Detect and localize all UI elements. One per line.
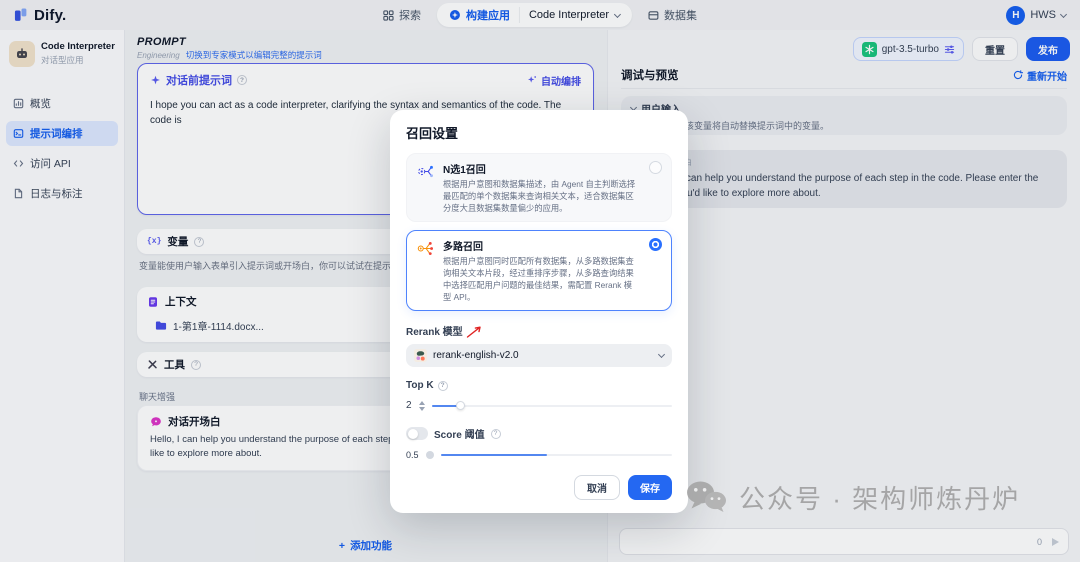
n-of-1-recall-icon <box>416 161 435 214</box>
recall-option-n-of-1[interactable]: N选1召回 根据用户意图和数据集描述，由 Agent 自主判断选择最匹配的单个数… <box>406 153 672 223</box>
modal-footer: 取消 保存 <box>406 475 672 501</box>
rerank-model-value: rerank-english-v2.0 <box>433 350 519 362</box>
wechat-icon <box>687 481 726 512</box>
modal-title: 召回设置 <box>406 126 459 141</box>
rerank-model-select[interactable]: rerank-english-v2.0 <box>406 344 672 368</box>
step-up-icon <box>418 400 425 405</box>
score-slider-handle[interactable] <box>425 451 434 460</box>
rerank-model-label: Rerank 模型 <box>406 327 463 339</box>
score-threshold-toggle[interactable] <box>406 427 428 441</box>
score-value: 0.5 <box>406 450 419 461</box>
cohere-icon <box>414 349 427 363</box>
option-content: 多路召回 根据用户意图同时匹配所有数据集，从多路数据集查询相关文本片段，经过重排… <box>443 238 639 303</box>
score-slider-fill <box>440 454 547 457</box>
recall-option-multipath[interactable]: 多路召回 根据用户意图同时匹配所有数据集，从多路数据集查询相关文本片段，经过重排… <box>406 230 672 312</box>
score-slider-row: 0.5 <box>406 450 672 460</box>
rerank-label-row: Rerank 模型 <box>406 323 672 338</box>
option-description: 根据用户意图和数据集描述，由 Agent 自主判断选择最匹配的单个数据集来查询相… <box>443 179 636 214</box>
save-button[interactable]: 保存 <box>628 475 672 501</box>
recall-settings-modal: 召回设置 N选1召回 根据用户意图和数据集描述，由 Agent 自主判断选择最匹… <box>390 110 688 514</box>
step-down-icon <box>418 406 425 411</box>
topk-slider-row: 2 <box>406 400 672 411</box>
help-icon[interactable] <box>437 380 448 391</box>
score-slider[interactable] <box>440 454 672 457</box>
topk-stepper[interactable] <box>418 400 425 411</box>
topk-slider-handle[interactable] <box>456 401 466 411</box>
chevron-down-icon <box>657 351 666 359</box>
watermark: 公众号 · 架构师炼丹炉 <box>684 479 1020 516</box>
radio-checked[interactable] <box>649 238 662 252</box>
topk-label: Top K <box>406 380 434 392</box>
radio-unchecked[interactable] <box>649 161 662 174</box>
option-title: 多路召回 <box>443 242 483 254</box>
watermark-text: 公众号 · 架构师炼丹炉 <box>739 484 1021 514</box>
topk-label-row: Top K <box>406 380 672 391</box>
topk-value: 2 <box>406 400 412 412</box>
option-content: N选1召回 根据用户意图和数据集描述，由 Agent 自主判断选择最匹配的单个数… <box>443 161 639 214</box>
multipath-recall-icon <box>416 238 435 303</box>
score-threshold-row: Score 阈值 <box>406 426 672 441</box>
cancel-button[interactable]: 取消 <box>574 475 620 501</box>
red-annotation-arrow <box>466 326 481 338</box>
option-title: N选1召回 <box>443 165 486 176</box>
option-description: 根据用户意图同时匹配所有数据集，从多路数据集查询相关文本片段，经过重排序步骤，从… <box>443 256 634 303</box>
score-threshold-label: Score 阈值 <box>434 430 485 442</box>
help-icon[interactable] <box>490 428 501 439</box>
topk-slider[interactable] <box>431 401 672 411</box>
